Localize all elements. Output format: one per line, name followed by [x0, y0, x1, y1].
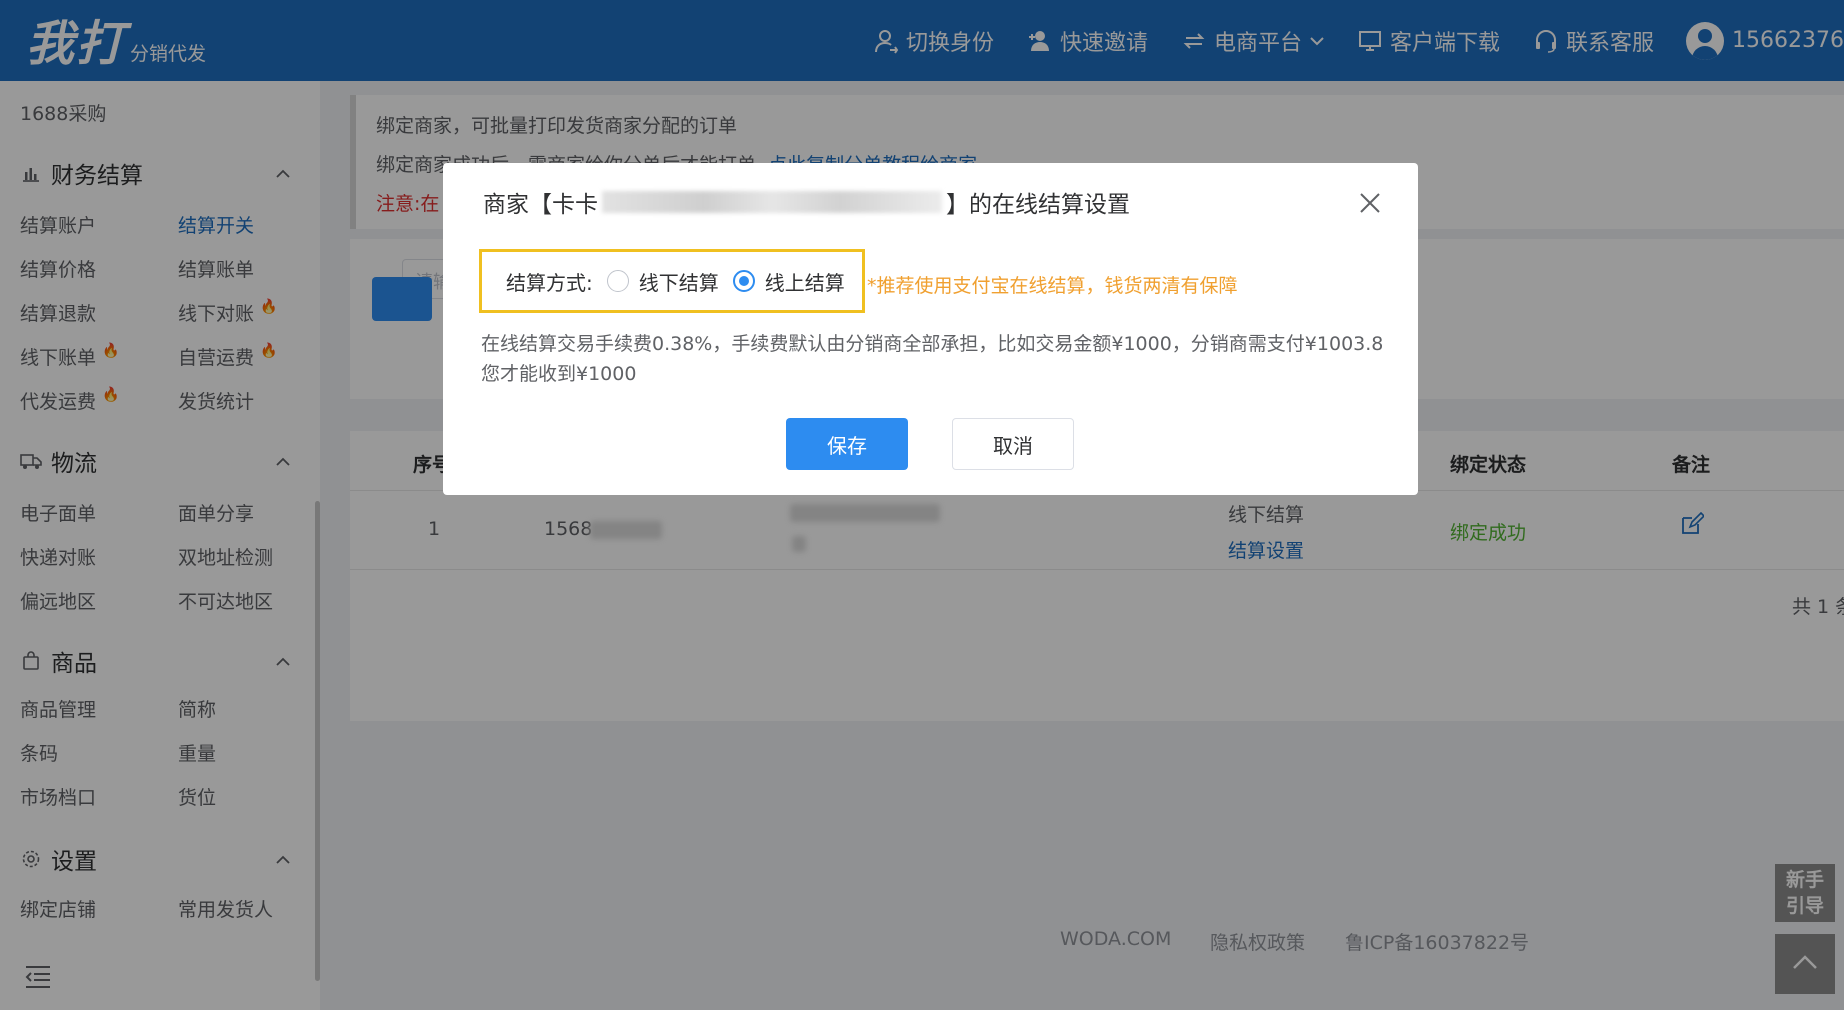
radio-online-label[interactable]: 线上结算	[765, 267, 845, 296]
dialog-title: 商家【卡卡 】的在线结算设置	[483, 185, 1130, 219]
recommend-tip: *推荐使用支付宝在线结算，钱货两清有保障	[867, 275, 1238, 297]
settlement-dialog: 商家【卡卡 】的在线结算设置 结算方式: 线下结算 线上结算 *推荐使用支付宝在…	[443, 163, 1418, 495]
dialog-title-prefix: 商家【卡卡	[483, 192, 598, 218]
dialog-title-suffix: 】的在线结算设置	[946, 192, 1130, 218]
fee-description: 在线结算交易手续费0.38%，手续费默认由分销商全部承担，比如交易金额¥1000…	[481, 333, 1384, 385]
cancel-button[interactable]: 取消	[952, 418, 1074, 470]
radio-offline[interactable]	[606, 270, 629, 292]
save-button[interactable]: 保存	[786, 418, 908, 470]
modal-overlay[interactable]	[0, 0, 1844, 1010]
close-icon[interactable]	[1358, 191, 1382, 215]
settle-method-group: 结算方式: 线下结算 线上结算	[479, 249, 865, 313]
settle-method-label: 结算方式:	[506, 270, 593, 295]
masked-merchant-name	[602, 191, 942, 213]
radio-online[interactable]	[732, 270, 755, 292]
radio-offline-label[interactable]: 线下结算	[639, 267, 719, 296]
app-root: 我打 分销代发 切换身份 快速邀请 电商平台 客户端下载 联系客服 156623…	[0, 0, 1844, 1010]
